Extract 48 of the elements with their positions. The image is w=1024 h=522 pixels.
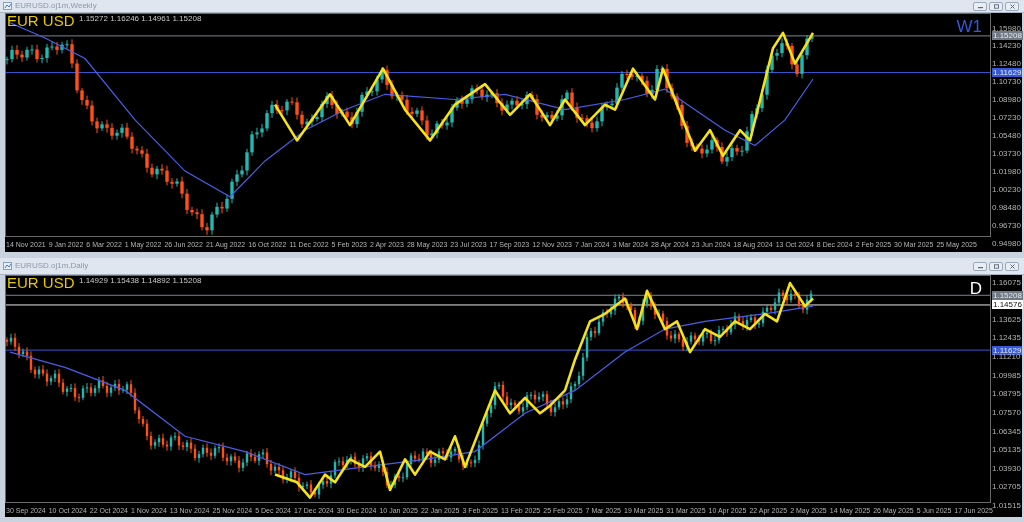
- price-axis-label: 0.96730: [992, 220, 1021, 230]
- price-axis-label: 1.08795: [992, 389, 1021, 398]
- price-axis-label: 1.05135: [992, 445, 1021, 455]
- ohlc-values: 1.14929 1.15438 1.14892 1.15208: [79, 277, 202, 285]
- price-axis-label: 1.01980: [992, 166, 1021, 176]
- window-title: EURUSD.oj1m,Weekly: [15, 2, 97, 10]
- price-axis-label: 1.09985: [992, 370, 1021, 380]
- price-axis-label: 1.16075: [992, 277, 1021, 287]
- price-axis-label: 1.10730: [992, 77, 1021, 87]
- close-button[interactable]: [1005, 261, 1019, 271]
- price-axis-label: 1.00230: [992, 184, 1021, 194]
- price-tag: 1.11629: [992, 68, 1023, 78]
- price-tag: 1.14576: [992, 300, 1023, 310]
- price-axis-label: 1.12435: [992, 333, 1021, 343]
- price-axis-label: 1.02705: [992, 482, 1021, 492]
- window-title: EURUSD.oj1m,Daily: [15, 262, 89, 270]
- price-axis-label: 1.05480: [992, 131, 1021, 140]
- price-tag: 1.11629: [992, 345, 1023, 355]
- price-axis-label: 1.13625: [992, 315, 1021, 324]
- price-axis-label: 1.07230: [992, 113, 1021, 123]
- price-axis-label: 1.15980: [992, 23, 1021, 33]
- close-icon: [1008, 3, 1016, 9]
- price-axis-label: 1.01515: [992, 500, 1021, 510]
- timeframe-label: D: [969, 280, 982, 297]
- price-axis-label: 0.98480: [992, 202, 1021, 212]
- restore-icon: [992, 263, 1000, 269]
- restore-button[interactable]: [989, 261, 1003, 271]
- minimize-button[interactable]: [973, 1, 987, 11]
- price-axis-label: 1.14230: [992, 41, 1021, 51]
- timeframe-label: W1: [956, 18, 982, 35]
- symbol-label: EUR USD: [7, 275, 75, 290]
- restore-icon: [992, 3, 1000, 9]
- price-axis-label: 1.07570: [992, 407, 1021, 417]
- close-button[interactable]: [1005, 1, 1019, 11]
- price-axis-label: 1.08980: [992, 95, 1021, 105]
- close-icon: [1008, 263, 1016, 269]
- price-axis-label: 0.94980: [992, 238, 1021, 248]
- price-axis-label: 1.03930: [992, 463, 1021, 473]
- price-axis-label: 1.12480: [992, 59, 1021, 69]
- symbol-label: EUR USD: [7, 13, 75, 28]
- restore-button[interactable]: [989, 1, 1003, 11]
- minimize-button[interactable]: [973, 261, 987, 271]
- price-tag: 1.15208: [992, 31, 1023, 41]
- chart-window-icon: [3, 262, 12, 270]
- price-tag: 1.15208: [992, 290, 1023, 300]
- ohlc-values: 1.15272 1.16246 1.14961 1.15208: [79, 15, 202, 23]
- price-axis-label: 1.03730: [992, 148, 1021, 158]
- price-axis-label: 1.06345: [992, 426, 1021, 436]
